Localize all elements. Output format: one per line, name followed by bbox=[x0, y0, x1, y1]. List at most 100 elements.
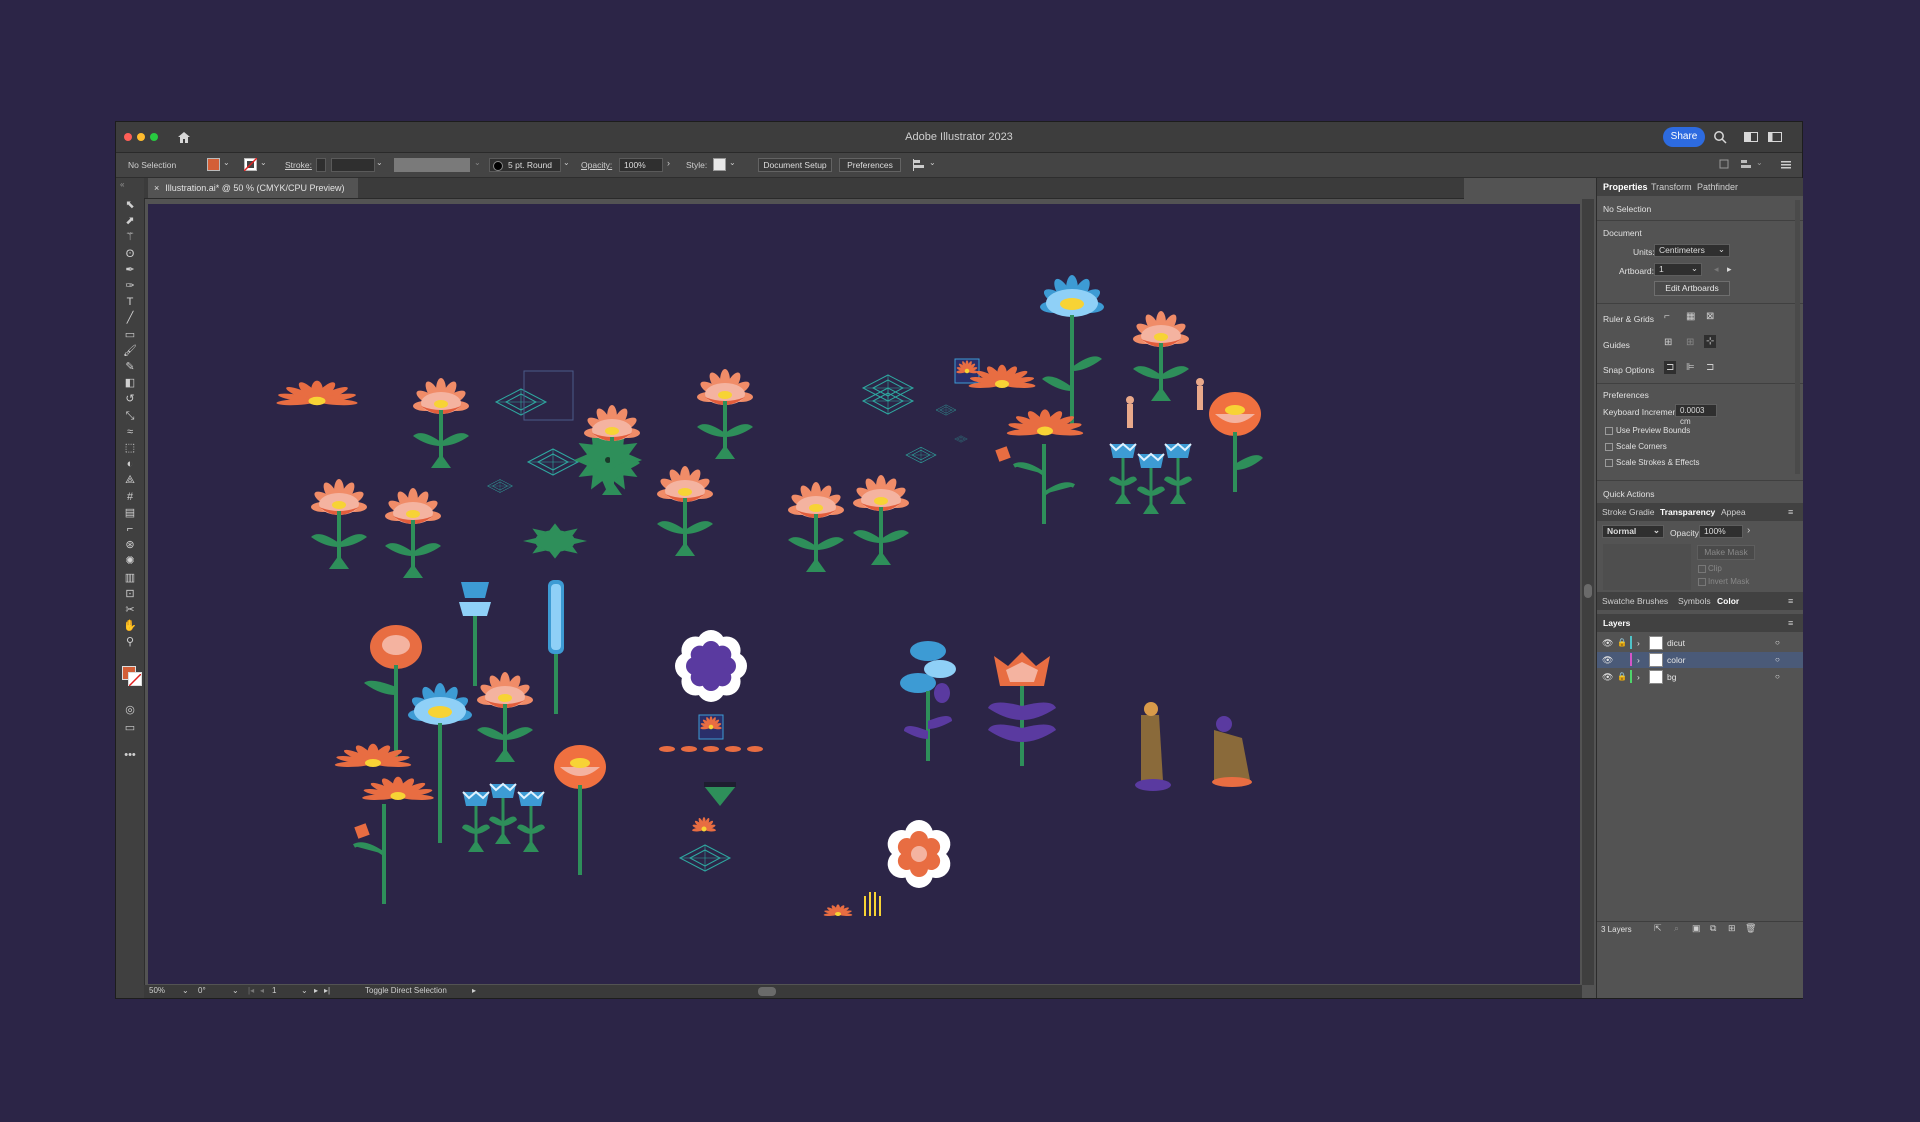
visibility-eye-icon[interactable]: 👁 bbox=[1602, 655, 1613, 666]
graphic-style-swatch[interactable] bbox=[713, 158, 726, 171]
chevron-right-icon[interactable]: ▸ bbox=[472, 986, 476, 995]
chevron-down-icon[interactable]: ⌄ bbox=[563, 158, 570, 167]
snap-to-point-icon[interactable]: ⊐ bbox=[1664, 361, 1677, 374]
yellow-stamens[interactable] bbox=[864, 892, 881, 916]
orange-tile[interactable] bbox=[995, 446, 1011, 462]
pink-daisy[interactable] bbox=[477, 672, 533, 762]
diamond-guide[interactable] bbox=[679, 844, 731, 872]
diamond-guide[interactable] bbox=[495, 388, 547, 416]
tab-layers[interactable]: Layers bbox=[1603, 618, 1630, 628]
diamond-guide[interactable] bbox=[954, 435, 968, 443]
tab-appearance[interactable]: Appea bbox=[1721, 507, 1746, 517]
horizontal-scroll-thumb[interactable] bbox=[758, 987, 776, 996]
diamond-guide[interactable] bbox=[487, 479, 513, 493]
hand-icon[interactable]: ✋ bbox=[122, 619, 138, 633]
tab-symbols[interactable]: Symbols bbox=[1678, 596, 1711, 606]
orange-rose[interactable] bbox=[554, 745, 606, 875]
stroke-label[interactable]: Stroke: bbox=[285, 160, 312, 170]
workspace-switcher-icon[interactable] bbox=[1768, 132, 1782, 142]
layer-row[interactable]: 👁 › color ○ bbox=[1597, 652, 1803, 668]
draw-mode-icon[interactable]: ◎ bbox=[122, 703, 138, 717]
previous-artboard-icon[interactable]: ◂ bbox=[1714, 264, 1719, 275]
layer-name[interactable]: bg bbox=[1667, 672, 1676, 682]
green-bud[interactable] bbox=[704, 782, 736, 806]
pen-icon[interactable]: ✒ bbox=[122, 263, 138, 277]
person-figure[interactable] bbox=[1135, 702, 1171, 791]
pink-daisy[interactable] bbox=[697, 369, 753, 459]
opacity-input[interactable]: 100% bbox=[1699, 525, 1743, 538]
type-icon[interactable]: T bbox=[122, 295, 138, 309]
chevron-right-icon[interactable]: › bbox=[667, 158, 670, 168]
mesh-icon[interactable]: # bbox=[122, 490, 138, 504]
screen-mode-icon[interactable]: ▭ bbox=[122, 721, 138, 735]
tab-brushes[interactable]: Brushes bbox=[1637, 596, 1668, 606]
gradient-icon[interactable]: ▤ bbox=[122, 506, 138, 520]
layer-row[interactable]: 👁 🔒 › dicut ○ bbox=[1597, 635, 1803, 651]
chevron-down-icon[interactable]: ⌄ bbox=[182, 986, 189, 995]
tab-stroke[interactable]: Stroke bbox=[1602, 507, 1627, 517]
opacity-label[interactable]: Opacity: bbox=[581, 160, 612, 170]
zoom-icon[interactable]: ⚲ bbox=[122, 635, 138, 649]
stroke-weight-field[interactable] bbox=[316, 158, 326, 172]
orange-sunburst[interactable] bbox=[361, 776, 435, 801]
pink-daisy[interactable] bbox=[311, 479, 367, 569]
show-guides-icon[interactable]: ⊞ bbox=[1664, 337, 1672, 348]
panel-scrollbar[interactable] bbox=[1795, 200, 1800, 474]
scroll-thumb[interactable] bbox=[1584, 584, 1592, 598]
blend-mode-select[interactable]: Normal ⌄ bbox=[1602, 525, 1664, 538]
zoom-level[interactable]: 50% bbox=[149, 986, 165, 995]
warp-icon[interactable]: ≈ bbox=[122, 425, 138, 439]
keyboard-increment-input[interactable]: 0.0003 cm bbox=[1675, 404, 1717, 426]
clipping-mask-icon[interactable]: ▣ bbox=[1692, 923, 1701, 934]
scale-corners-checkbox[interactable] bbox=[1605, 443, 1613, 451]
export-icon[interactable]: ⇱ bbox=[1654, 923, 1662, 934]
make-mask-button[interactable]: Make Mask bbox=[1697, 545, 1755, 560]
previous-artboard-icon[interactable]: ◂ bbox=[260, 986, 264, 995]
purple-sticker-flower[interactable] bbox=[675, 630, 747, 702]
tab-transparency[interactable]: Transparency bbox=[1660, 507, 1715, 517]
clip-checkbox[interactable] bbox=[1698, 565, 1706, 573]
shaper-icon[interactable]: ✎ bbox=[122, 360, 138, 374]
orange-petal-row[interactable] bbox=[659, 746, 763, 752]
lock-icon[interactable]: 🔒 bbox=[1617, 672, 1627, 681]
variable-width-profile[interactable] bbox=[394, 158, 470, 172]
blue-crystal-flower[interactable] bbox=[459, 582, 491, 686]
panel-menu-icon[interactable]: ≡ bbox=[1788, 618, 1793, 628]
fill-stroke-widget[interactable] bbox=[122, 666, 142, 687]
close-tab-icon[interactable]: × bbox=[154, 183, 159, 193]
pink-daisy[interactable] bbox=[657, 466, 713, 556]
perspective-grid-icon[interactable]: ⊠ bbox=[1706, 311, 1714, 322]
layer-row[interactable]: 👁 🔒 › bg ○ bbox=[1597, 669, 1803, 685]
layer-name[interactable]: color bbox=[1667, 655, 1685, 665]
pink-daisy[interactable] bbox=[385, 488, 441, 578]
eyedropper-icon[interactable]: ⌐ bbox=[122, 522, 138, 536]
blue-spike-flower[interactable] bbox=[548, 580, 564, 714]
blue-daisy[interactable] bbox=[408, 683, 472, 843]
lock-guides-icon[interactable]: ⊞ bbox=[1686, 337, 1694, 348]
curvature-icon[interactable]: ✑ bbox=[122, 279, 138, 293]
line-icon[interactable]: ╱ bbox=[122, 311, 138, 325]
expand-chevron-icon[interactable]: › bbox=[1637, 672, 1640, 682]
bluebell[interactable] bbox=[488, 783, 518, 845]
green-starburst-small[interactable] bbox=[523, 523, 587, 559]
new-sublayer-icon[interactable]: ⧉ bbox=[1710, 923, 1716, 934]
blend-icon[interactable]: ⊛ bbox=[122, 538, 138, 552]
target-circle-icon[interactable]: ○ bbox=[1775, 655, 1780, 664]
align-icon[interactable] bbox=[1740, 159, 1752, 169]
collapse-icon[interactable]: « bbox=[120, 180, 124, 189]
opacity-input[interactable]: 100% bbox=[619, 158, 663, 172]
artboard-icon[interactable]: ⊡ bbox=[122, 587, 138, 601]
chevron-right-icon[interactable]: › bbox=[1747, 525, 1750, 536]
expand-chevron-icon[interactable]: › bbox=[1637, 655, 1640, 665]
document-setup-button[interactable]: Document Setup bbox=[758, 158, 832, 172]
stroke-weight-input[interactable] bbox=[331, 158, 375, 172]
stroke-none-swatch[interactable] bbox=[244, 158, 257, 171]
chevron-down-icon[interactable]: ⌄ bbox=[301, 986, 308, 995]
chevron-down-icon[interactable]: ⌄ bbox=[223, 158, 230, 167]
search-icon[interactable] bbox=[1713, 130, 1727, 144]
eraser-icon[interactable]: ◧ bbox=[122, 376, 138, 390]
tab-gradient[interactable]: Gradie bbox=[1629, 507, 1655, 517]
target-circle-icon[interactable]: ○ bbox=[1775, 638, 1780, 647]
artboard-canvas[interactable] bbox=[148, 204, 1580, 984]
paintbrush-icon[interactable]: 🖌 bbox=[122, 344, 138, 358]
